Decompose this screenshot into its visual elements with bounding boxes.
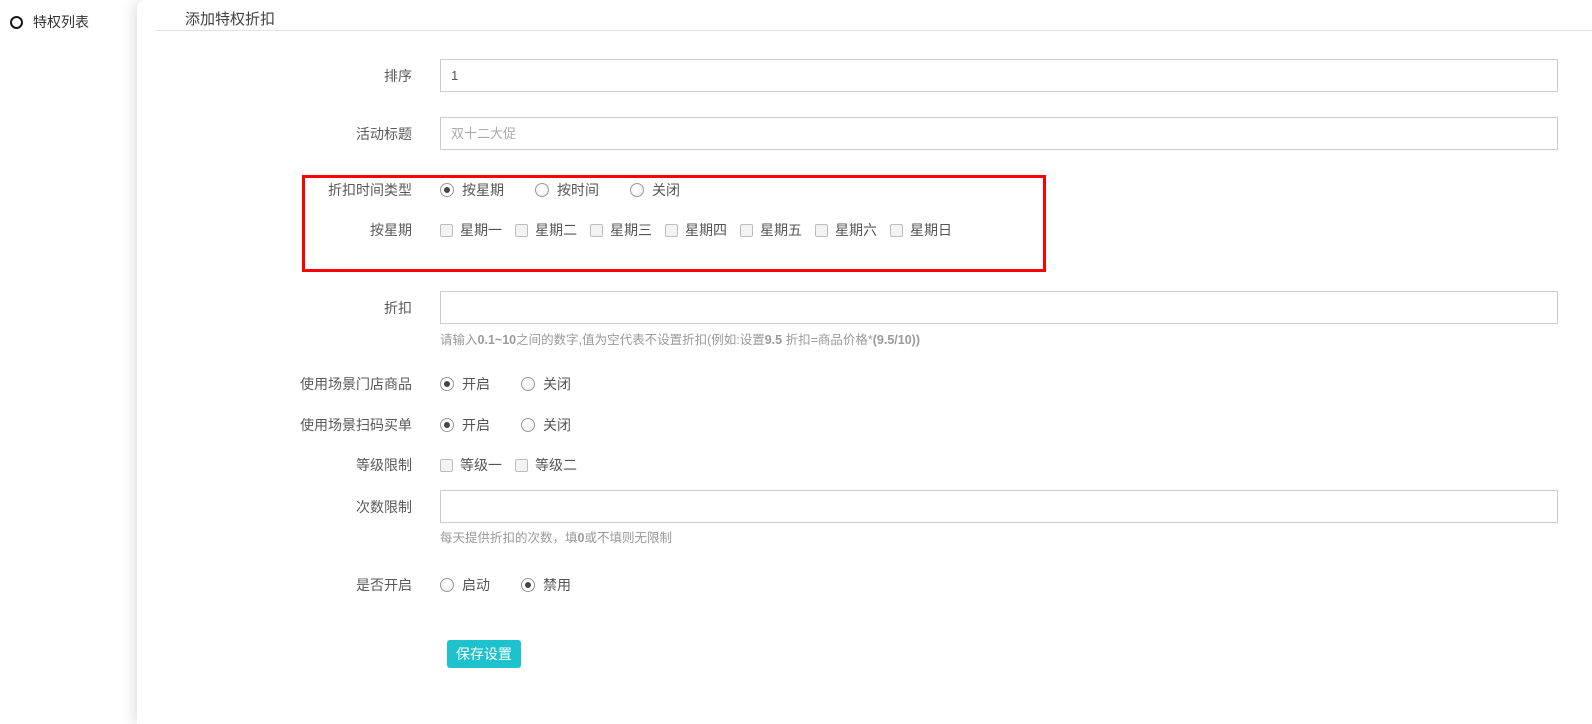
save-settings-button[interactable]: 保存设置 [447,640,521,668]
checkbox-icon[interactable] [590,224,603,237]
radio-option-off[interactable]: 关闭 [630,180,680,200]
main-panel: 添加特权折扣 排序 活动标题 折扣时间类型 按星期 按时间 [137,0,1592,724]
activity-title-input[interactable] [440,117,1558,150]
checkbox-icon[interactable] [740,224,753,237]
checkbox-label: 等级二 [535,455,577,475]
form-row-sort: 排序 [137,59,1558,92]
form-row-enabled: 是否开启 启动 禁用 [137,570,602,600]
weekdays-label: 按星期 [137,220,412,240]
help-segment: 折扣=商品价格* [782,333,873,347]
radio-icon[interactable] [440,418,454,432]
form-row-level-limit: 等级限制 等级一 等级二 [137,450,590,480]
activity-title-label: 活动标题 [137,124,412,144]
form-row-scene-scan: 使用场景扫码买单 开启 关闭 [137,410,602,440]
form-row-scene-store: 使用场景门店商品 开启 关闭 [137,369,602,399]
checkbox-option-level-2[interactable]: 等级二 [515,455,577,475]
checkbox-option-saturday[interactable]: 星期六 [815,220,877,240]
circle-bullet-icon [10,16,23,29]
radio-option-by-time[interactable]: 按时间 [535,180,599,200]
radio-label: 禁用 [543,575,571,595]
checkbox-option-level-1[interactable]: 等级一 [440,455,502,475]
checkbox-icon[interactable] [440,459,453,472]
help-segment-bold: 0.1~10 [478,333,517,347]
radio-option-by-week[interactable]: 按星期 [440,180,504,200]
checkbox-label: 星期六 [835,220,877,240]
checkbox-icon[interactable] [515,224,528,237]
radio-icon[interactable] [630,183,644,197]
radio-option-disable[interactable]: 禁用 [521,575,571,595]
scene-store-label: 使用场景门店商品 [137,374,412,394]
sort-input[interactable] [440,59,1558,92]
checkbox-icon[interactable] [890,224,903,237]
form-row-time-type: 折扣时间类型 按星期 按时间 关闭 [137,175,711,205]
radio-label: 按星期 [462,180,504,200]
checkbox-label: 星期四 [685,220,727,240]
radio-icon[interactable] [521,418,535,432]
help-segment-bold: (9.5/10)) [873,333,920,347]
radio-icon[interactable] [440,578,454,592]
form-row-activity-title: 活动标题 [137,117,1558,150]
enabled-label: 是否开启 [137,575,412,595]
checkbox-option-thursday[interactable]: 星期四 [665,220,727,240]
radio-label: 关闭 [543,415,571,435]
checkbox-icon[interactable] [665,224,678,237]
radio-option-store-on[interactable]: 开启 [440,374,490,394]
radio-icon[interactable] [440,183,454,197]
checkbox-label: 星期一 [460,220,502,240]
radio-label: 开启 [462,374,490,394]
time-type-label: 折扣时间类型 [137,180,412,200]
radio-icon[interactable] [440,377,454,391]
checkbox-option-tuesday[interactable]: 星期二 [515,220,577,240]
help-segment: 或不填则无限制 [584,531,672,545]
radio-option-scan-off[interactable]: 关闭 [521,415,571,435]
checkbox-option-monday[interactable]: 星期一 [440,220,502,240]
discount-help-text: 请输入0.1~10之间的数字,值为空代表不设置折扣(例如:设置9.5 折扣=商品… [440,329,920,348]
checkbox-icon[interactable] [440,224,453,237]
checkbox-option-friday[interactable]: 星期五 [740,220,802,240]
level-limit-label: 等级限制 [137,455,412,475]
checkbox-option-wednesday[interactable]: 星期三 [590,220,652,240]
page-title: 添加特权折扣 [185,8,275,29]
radio-icon[interactable] [521,377,535,391]
checkbox-icon[interactable] [515,459,528,472]
form-row-discount: 折扣 [137,291,1558,324]
radio-option-start[interactable]: 启动 [440,575,490,595]
radio-label: 按时间 [557,180,599,200]
checkbox-label: 等级一 [460,455,502,475]
radio-label: 启动 [462,575,490,595]
sidebar-item-label: 特权列表 [33,12,89,32]
help-segment: 每天提供折扣的次数，填 [440,531,578,545]
radio-label: 关闭 [652,180,680,200]
radio-option-scan-on[interactable]: 开启 [440,415,490,435]
sidebar: 特权列表 [0,0,148,724]
scene-scan-label: 使用场景扫码买单 [137,415,412,435]
discount-label: 折扣 [137,298,412,318]
checkbox-label: 星期五 [760,220,802,240]
sidebar-item-privilege-list[interactable]: 特权列表 [10,12,89,32]
checkbox-label: 星期日 [910,220,952,240]
count-limit-help-text: 每天提供折扣的次数，填0或不填则无限制 [440,527,672,546]
form-row-count-limit: 次数限制 [137,490,1558,523]
discount-input[interactable] [440,291,1558,324]
help-segment-bold: 9.5 [765,333,782,347]
checkbox-option-sunday[interactable]: 星期日 [890,220,952,240]
checkbox-icon[interactable] [815,224,828,237]
sort-label: 排序 [137,66,412,86]
help-segment: 之间的数字,值为空代表不设置折扣(例如:设置 [516,333,765,347]
checkbox-label: 星期二 [535,220,577,240]
form-row-weekdays: 按星期 星期一 星期二 星期三 星期四 星期五 [137,215,965,245]
radio-icon[interactable] [535,183,549,197]
radio-icon[interactable] [521,578,535,592]
count-limit-label: 次数限制 [137,497,412,517]
header-divider [155,30,1592,31]
radio-option-store-off[interactable]: 关闭 [521,374,571,394]
count-limit-input[interactable] [440,490,1558,523]
checkbox-label: 星期三 [610,220,652,240]
help-segment: 请输入 [440,333,478,347]
radio-label: 关闭 [543,374,571,394]
radio-label: 开启 [462,415,490,435]
